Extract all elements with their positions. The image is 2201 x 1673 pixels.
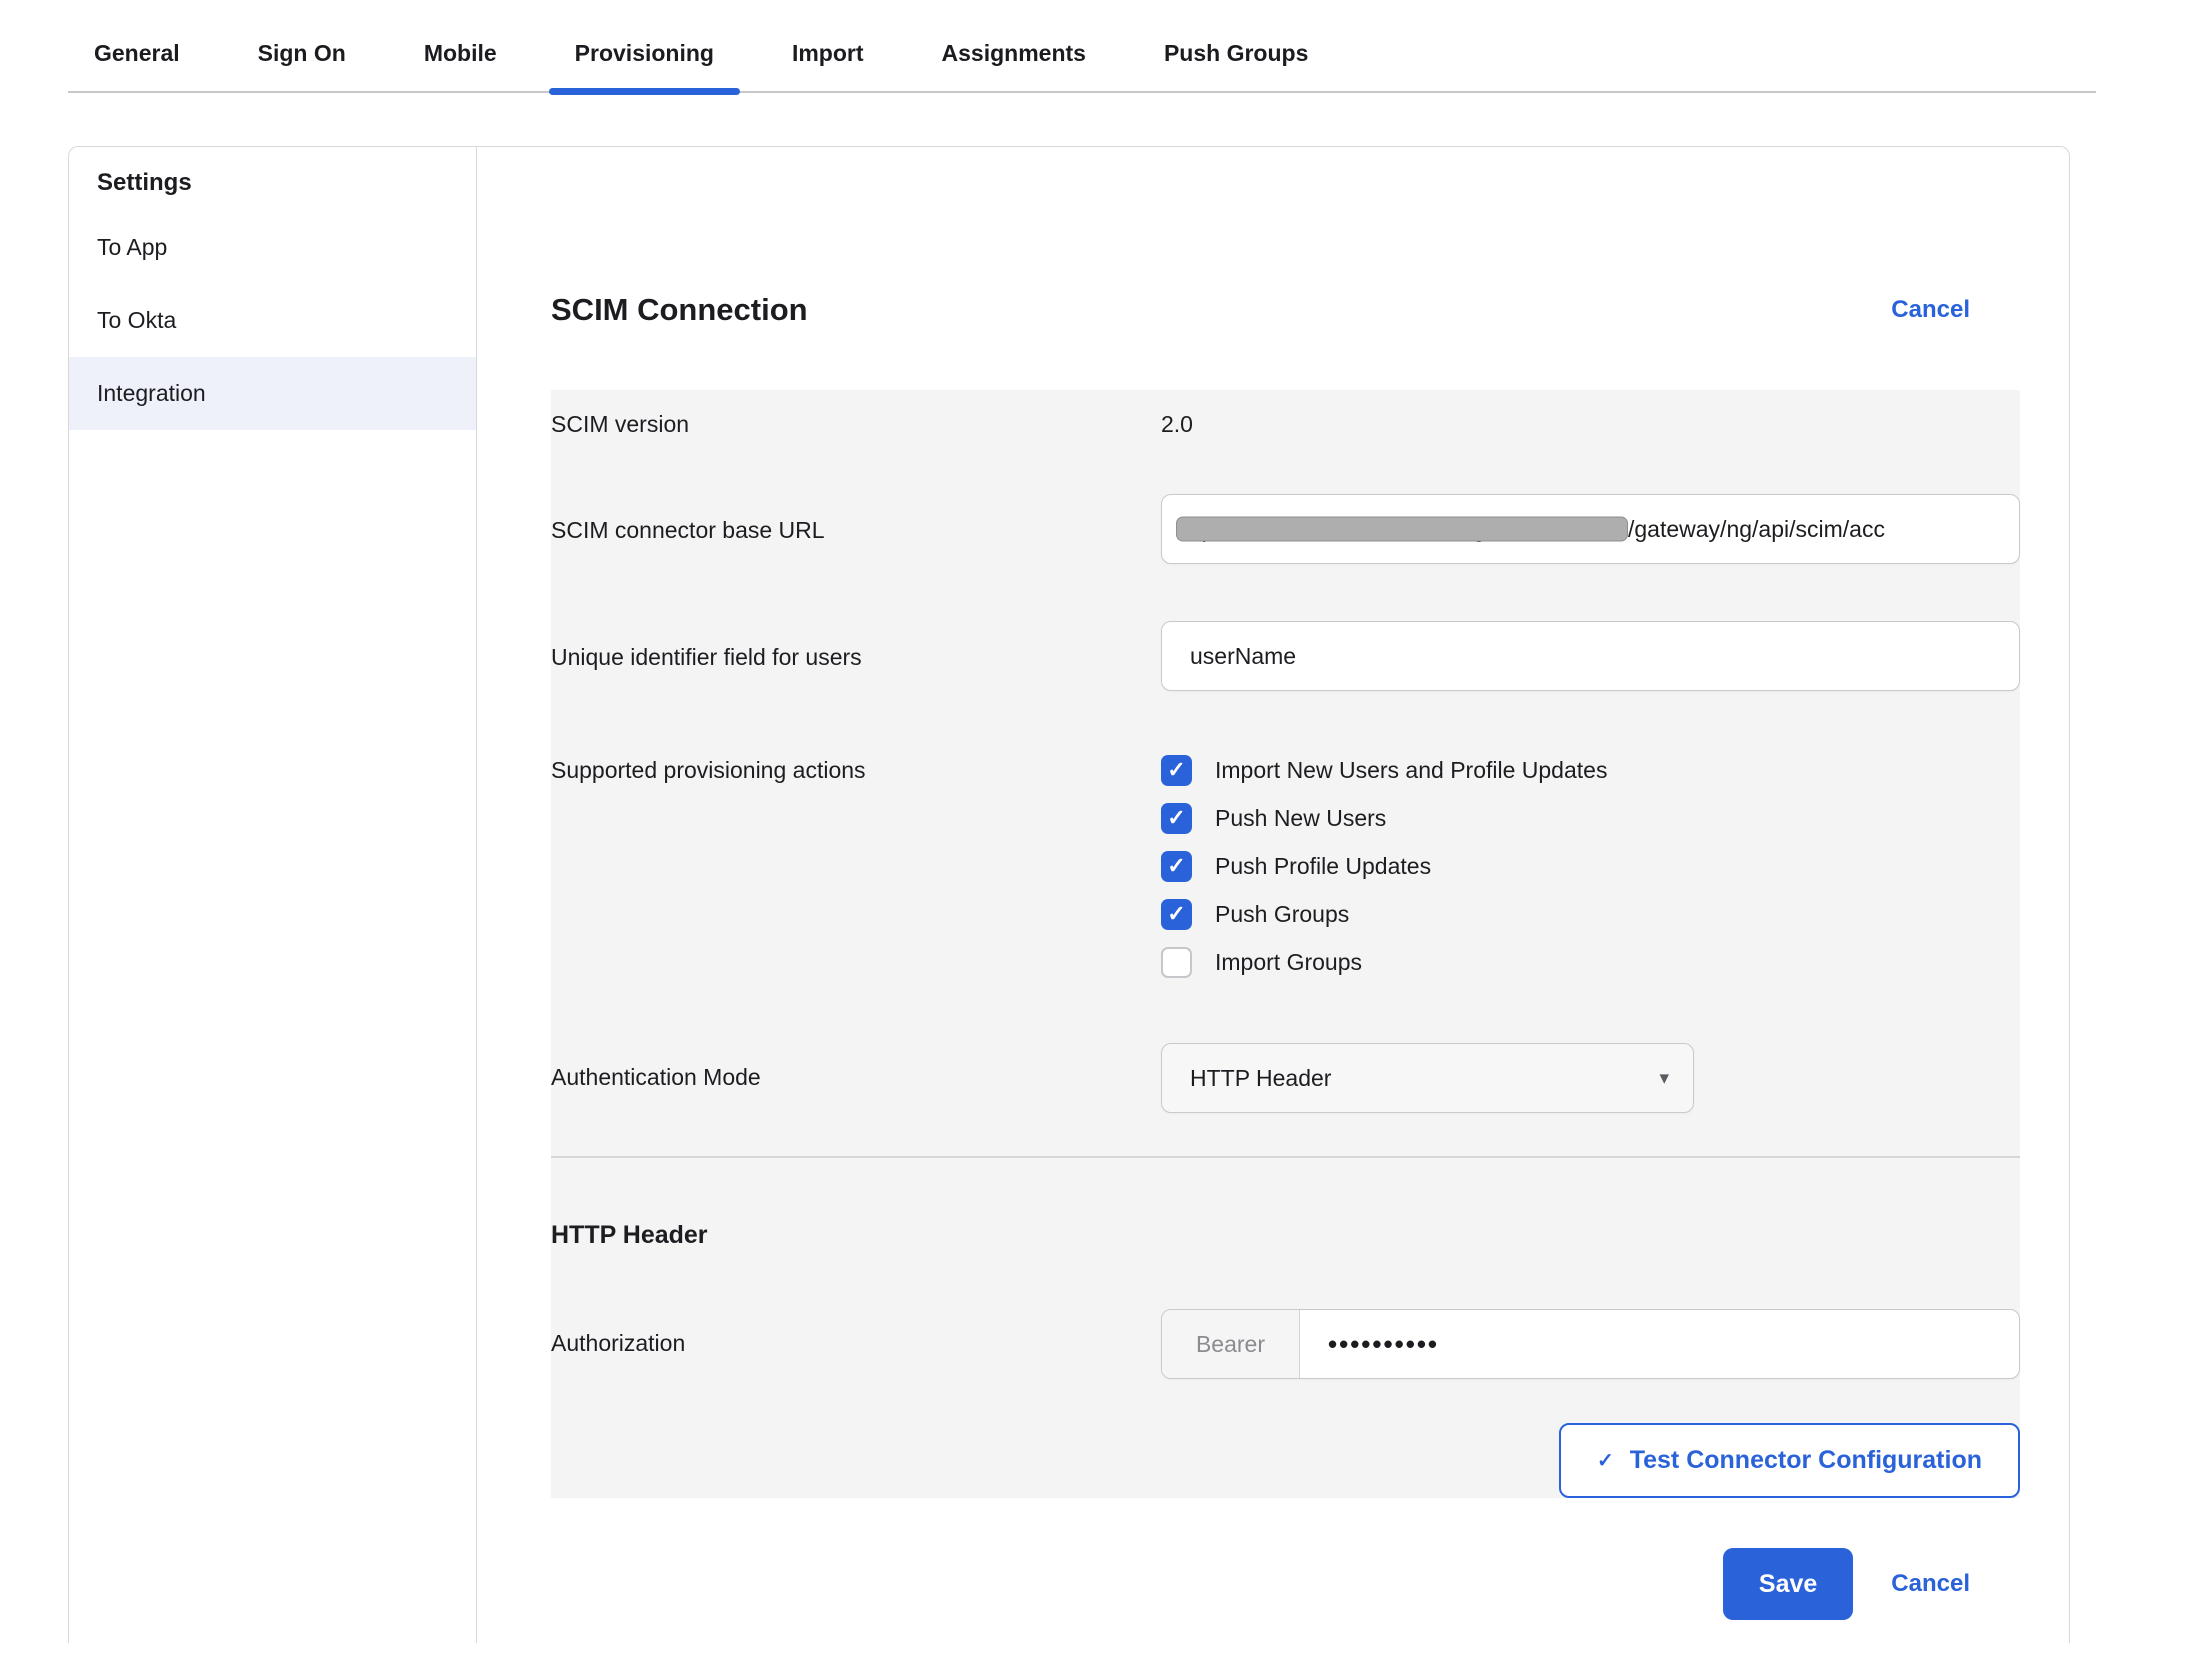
redacted-url-segment: https://h5kd-135-19-67-142.ngrok.io: [1176, 514, 1628, 544]
checkbox-push-new-users[interactable]: ✓ Push New Users: [1161, 794, 2020, 842]
unique-identifier-input[interactable]: userName: [1161, 621, 2020, 691]
authorization-input-group: Bearer ••••••••••: [1161, 1309, 2020, 1379]
settings-sidebar: Settings To App To Okta Integration: [69, 147, 477, 1643]
http-header-section-title: HTTP Header: [551, 1220, 2020, 1250]
tab-mobile[interactable]: Mobile: [398, 28, 523, 91]
scim-version-row: SCIM version 2.0: [551, 410, 2020, 438]
visible-url-text: /gateway/ng/api/scim/acc: [1628, 516, 1885, 543]
base-url-label: SCIM connector base URL: [551, 494, 1161, 544]
save-button[interactable]: Save: [1723, 1548, 1853, 1620]
test-connector-button[interactable]: ✓ Test Connector Configuration: [1559, 1423, 2020, 1498]
scim-settings-form: SCIM version 2.0 SCIM connector base URL…: [551, 390, 2020, 1498]
checkbox-import-new-users[interactable]: ✓ Import New Users and Profile Updates: [1161, 746, 2020, 794]
checkbox-label: Push Profile Updates: [1215, 853, 1431, 880]
checkbox-box: ✓: [1161, 899, 1192, 930]
checkbox-label: Import New Users and Profile Updates: [1215, 757, 1607, 784]
authentication-mode-label: Authentication Mode: [551, 1043, 1161, 1091]
checkbox-push-groups[interactable]: ✓ Push Groups: [1161, 890, 2020, 938]
base-url-row: SCIM connector base URL https://h5kd-135…: [551, 494, 2020, 564]
checkbox-label: Push Groups: [1215, 901, 1349, 928]
sidebar-title: Settings: [69, 169, 476, 197]
checkbox-box: ✓: [1161, 947, 1192, 978]
header-cancel-link[interactable]: Cancel: [1891, 296, 1970, 324]
redaction-bar: [1176, 517, 1628, 542]
tab-sign-on[interactable]: Sign On: [232, 28, 372, 91]
authentication-mode-select[interactable]: HTTP Header ▾: [1161, 1043, 1694, 1113]
base-url-input[interactable]: https://h5kd-135-19-67-142.ngrok.io /gat…: [1161, 494, 2020, 564]
main-content: SCIM Connection Cancel SCIM version 2.0 …: [477, 147, 2069, 1643]
section-divider: [551, 1156, 2020, 1158]
sidebar-item-to-app[interactable]: To App: [69, 211, 476, 284]
check-icon: ✓: [1597, 1448, 1614, 1473]
tab-provisioning[interactable]: Provisioning: [549, 28, 740, 91]
check-icon: ✓: [1167, 903, 1185, 925]
unique-identifier-label: Unique identifier field for users: [551, 621, 1161, 671]
test-connector-row: ✓ Test Connector Configuration: [551, 1423, 2020, 1498]
checkbox-label: Push New Users: [1215, 805, 1386, 832]
authentication-mode-value: HTTP Header: [1190, 1065, 1331, 1092]
content-panel: Settings To App To Okta Integration SCIM…: [68, 146, 2070, 1643]
sidebar-item-integration[interactable]: Integration: [69, 357, 476, 430]
page-title: SCIM Connection: [551, 291, 808, 329]
footer-cancel-link[interactable]: Cancel: [1891, 1570, 1970, 1598]
checkbox-push-profile-updates[interactable]: ✓ Push Profile Updates: [1161, 842, 2020, 890]
tab-import[interactable]: Import: [766, 28, 890, 91]
bearer-prefix: Bearer: [1162, 1310, 1300, 1378]
checkbox-box: ✓: [1161, 851, 1192, 882]
check-icon: ✓: [1167, 759, 1185, 781]
provisioning-actions-row: Supported provisioning actions ✓ Import …: [551, 746, 2020, 986]
authorization-label: Authorization: [551, 1309, 1161, 1357]
test-connector-label: Test Connector Configuration: [1630, 1446, 1982, 1475]
check-icon: ✓: [1167, 855, 1185, 877]
tab-assignments[interactable]: Assignments: [916, 28, 1112, 91]
sidebar-item-to-okta[interactable]: To Okta: [69, 284, 476, 357]
chevron-down-icon: ▾: [1659, 1067, 1669, 1090]
authorization-token-input[interactable]: ••••••••••: [1300, 1310, 1439, 1378]
checkbox-box: ✓: [1161, 803, 1192, 834]
checkbox-label: Import Groups: [1215, 949, 1362, 976]
tab-push-groups[interactable]: Push Groups: [1138, 28, 1334, 91]
check-icon: ✓: [1167, 807, 1185, 829]
provisioning-actions-label: Supported provisioning actions: [551, 746, 1161, 784]
authentication-mode-row: Authentication Mode HTTP Header ▾: [551, 1043, 2020, 1113]
app-tabbar: General Sign On Mobile Provisioning Impo…: [68, 28, 2096, 93]
form-footer: Save Cancel: [551, 1548, 1970, 1620]
tab-general[interactable]: General: [68, 28, 206, 91]
checkbox-box: ✓: [1161, 755, 1192, 786]
scim-connection-header: SCIM Connection Cancel: [551, 291, 1970, 329]
authorization-row: Authorization Bearer ••••••••••: [551, 1309, 2020, 1379]
unique-identifier-value: userName: [1190, 643, 1296, 670]
unique-identifier-row: Unique identifier field for users userNa…: [551, 621, 2020, 691]
scim-version-value: 2.0: [1161, 410, 2020, 438]
scim-version-label: SCIM version: [551, 410, 1161, 438]
checkbox-import-groups[interactable]: ✓ Import Groups: [1161, 938, 2020, 986]
